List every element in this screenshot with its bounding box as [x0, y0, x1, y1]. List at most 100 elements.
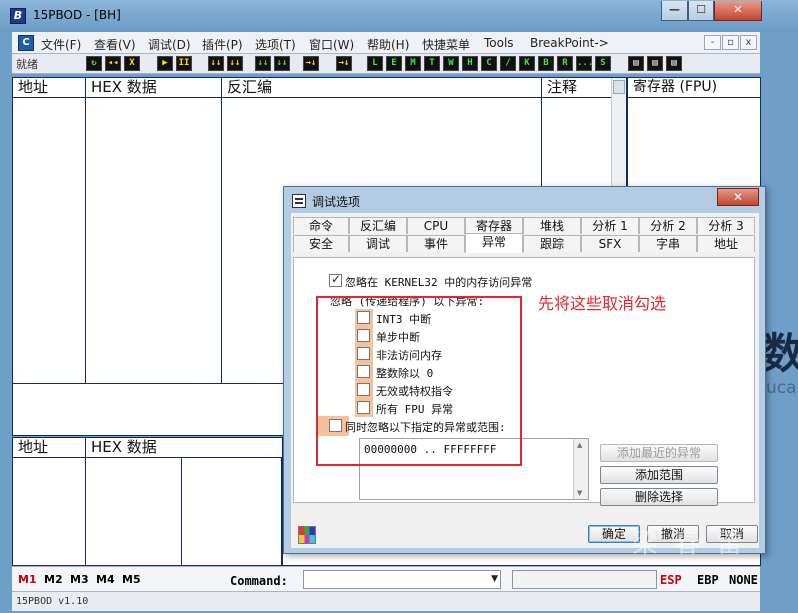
trace-into-button[interactable]: ↓↓: [255, 56, 271, 71]
col-header-hex[interactable]: HEX 数据: [86, 78, 222, 97]
command-bar: M1 M2 M3 M4 M5 Command: ▼ ESP EBP NONE: [12, 566, 760, 591]
reg-indicator-ebp[interactable]: EBP: [697, 573, 719, 587]
tab-strings[interactable]: 字串: [639, 235, 697, 252]
menu-shortcuts[interactable]: 快捷菜单: [422, 36, 470, 53]
delete-selection-button[interactable]: 删除选择: [600, 488, 718, 506]
windows-button[interactable]: W: [443, 56, 459, 71]
dialog-close-button[interactable]: ✕: [717, 188, 759, 206]
add-last-exception-button[interactable]: 添加最近的异常: [600, 444, 718, 462]
command-status-field: [512, 570, 657, 589]
chevron-down-icon[interactable]: ▼: [491, 574, 498, 584]
tab-disasm[interactable]: 反汇编: [349, 217, 407, 234]
run-trace-button[interactable]: ...: [576, 56, 593, 71]
mdi-close-button[interactable]: x: [740, 35, 757, 50]
dump-header-hex[interactable]: HEX 数据: [86, 438, 282, 457]
tab-sfx[interactable]: SFX: [581, 235, 639, 252]
tab-analysis1[interactable]: 分析 1: [581, 217, 639, 234]
source-button[interactable]: S: [595, 56, 611, 71]
close-button[interactable]: ✕: [714, 1, 762, 21]
dump-pane[interactable]: 地址 HEX 数据: [12, 437, 282, 566]
tab-events[interactable]: 事件: [407, 235, 465, 252]
patches-button[interactable]: /: [500, 56, 516, 71]
pane-divider: [628, 97, 760, 98]
menu-file[interactable]: 文件(F): [41, 36, 81, 53]
scroll-down-icon[interactable]: ▼: [577, 489, 582, 497]
status-footer: 15PBOD v1.10: [12, 591, 760, 611]
dump-col-address: [13, 457, 86, 565]
menu-plugins[interactable]: 插件(P): [202, 36, 243, 53]
col-header-address[interactable]: 地址: [13, 78, 86, 97]
menu-debug[interactable]: 调试(D): [148, 36, 191, 53]
menu-help[interactable]: 帮助(H): [367, 36, 409, 53]
help-button[interactable]: ▤: [666, 56, 682, 71]
mem-tab-m4[interactable]: M4: [96, 573, 115, 586]
memory-map-button[interactable]: M: [405, 56, 421, 71]
reg-indicator-esp[interactable]: ESP: [660, 573, 682, 587]
menu-window[interactable]: 窗口(W): [309, 36, 354, 53]
menu-tools[interactable]: Tools: [484, 36, 514, 50]
go-to-button[interactable]: →↓: [336, 56, 352, 71]
col-header-disasm[interactable]: 反汇编: [222, 78, 542, 97]
range-list-scrollbar[interactable]: ▲ ▼: [573, 439, 588, 499]
tab-stack[interactable]: 堆栈: [523, 217, 581, 234]
tab-command[interactable]: 命令: [293, 217, 349, 234]
mdi-restore-button[interactable]: ▫: [722, 35, 739, 50]
main-window: B 15PBOD - [BH] — ☐ ✕ C 文件(F) 查看(V) 调试(D…: [0, 0, 798, 613]
pause-button[interactable]: II: [176, 56, 192, 71]
menu-options[interactable]: 选项(T): [255, 36, 296, 53]
step-over-button[interactable]: ↓↓: [227, 56, 243, 71]
rewind-button[interactable]: ◂◂: [105, 56, 121, 71]
tab-cpu[interactable]: CPU: [407, 217, 465, 234]
appearance-button[interactable]: ▤: [647, 56, 663, 71]
tab-trace[interactable]: 跟踪: [523, 235, 581, 252]
mem-tab-m1[interactable]: M1: [18, 573, 37, 586]
dump-header-address[interactable]: 地址: [13, 438, 86, 457]
tab-exceptions[interactable]: 异常: [465, 233, 523, 253]
mdi-minimize-button[interactable]: -: [704, 35, 721, 50]
title-bar: B 15PBOD - [BH] — ☐ ✕: [0, 0, 798, 32]
breakpoints-button[interactable]: B: [538, 56, 554, 71]
reg-indicator-none[interactable]: NONE: [729, 573, 758, 587]
tab-debug[interactable]: 调试: [349, 235, 407, 252]
run-button[interactable]: ▶: [157, 56, 173, 71]
options-button[interactable]: ▤: [628, 56, 644, 71]
tab-analysis2[interactable]: 分析 2: [639, 217, 697, 234]
registers-header[interactable]: 寄存器 (FPU): [628, 78, 760, 97]
step-into-button[interactable]: ↓↓: [208, 56, 224, 71]
references-button[interactable]: R: [557, 56, 573, 71]
tab-analysis3[interactable]: 分析 3: [697, 217, 755, 234]
menu-breakpoint[interactable]: BreakPoint->: [530, 36, 609, 50]
menu-view[interactable]: 查看(V): [94, 36, 136, 53]
trace-over-button[interactable]: ↓↓: [274, 56, 290, 71]
dump-col-hex: [86, 457, 182, 565]
threads-button[interactable]: T: [424, 56, 440, 71]
tab-addresses[interactable]: 地址: [697, 235, 755, 252]
cpu-scroll-thumb[interactable]: [613, 80, 625, 94]
call-stack-button[interactable]: K: [519, 56, 535, 71]
window-title: 15PBOD - [BH]: [33, 8, 121, 22]
execute-till-return-button[interactable]: →↓: [303, 56, 319, 71]
handles-button[interactable]: H: [462, 56, 478, 71]
command-input[interactable]: ▼: [303, 570, 501, 589]
restart-button[interactable]: ↻: [86, 56, 102, 71]
dialog-list-icon: [292, 194, 306, 208]
modules-button[interactable]: E: [386, 56, 402, 71]
cpu-button[interactable]: C: [481, 56, 497, 71]
ignore-kernel32-checkbox[interactable]: [329, 272, 342, 287]
minimize-button[interactable]: —: [661, 1, 688, 21]
mem-tab-m3[interactable]: M3: [70, 573, 89, 586]
col-header-comment[interactable]: 注释: [542, 78, 612, 97]
tab-registers[interactable]: 寄存器: [465, 217, 523, 234]
tab-security[interactable]: 安全: [293, 235, 349, 252]
appearance-icon[interactable]: [298, 526, 316, 544]
add-range-button[interactable]: 添加范围: [600, 466, 718, 484]
maximize-button[interactable]: ☐: [688, 1, 714, 21]
watermark: 梁 春 雷: [632, 529, 747, 559]
mem-tab-m5[interactable]: M5: [122, 573, 141, 586]
log-window-button[interactable]: L: [367, 56, 383, 71]
mem-tab-m2[interactable]: M2: [44, 573, 63, 586]
ignore-kernel32-label[interactable]: 忽略在 KERNEL32 中的内存访问异常: [345, 274, 532, 290]
scroll-up-icon[interactable]: ▲: [577, 441, 582, 449]
mdi-doc-icon[interactable]: C: [18, 35, 34, 51]
close-debug-button[interactable]: X: [124, 56, 140, 71]
